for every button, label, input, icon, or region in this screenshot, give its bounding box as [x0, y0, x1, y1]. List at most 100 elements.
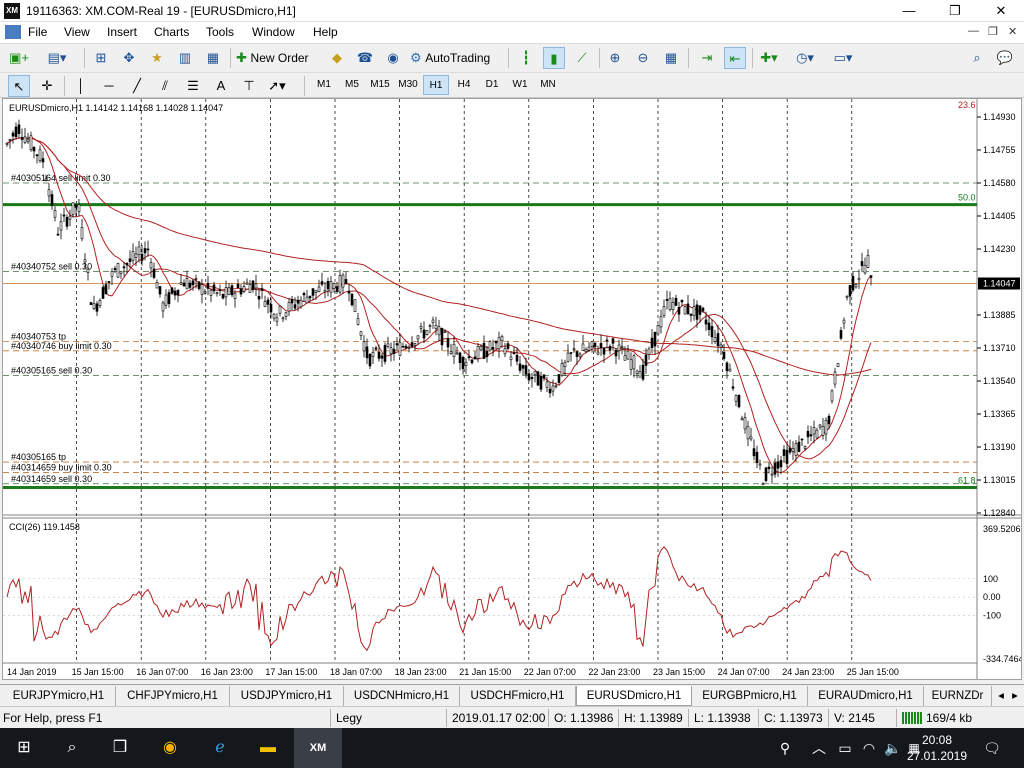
strategy-tester-icon[interactable]: ▦ [202, 47, 224, 69]
battery-icon[interactable]: ▭ [834, 728, 856, 768]
bar-chart-icon[interactable]: ┇ [515, 47, 537, 69]
tab-scroll-right-icon[interactable]: ▸ [1008, 686, 1022, 706]
equidistant-channel-icon[interactable]: ⫽ [154, 75, 176, 97]
candle-body [716, 333, 720, 346]
candle-body [176, 289, 180, 296]
candle-body [212, 284, 216, 292]
fibonacci-icon[interactable]: ☰ [182, 75, 204, 97]
chart-shift-icon[interactable]: ⇤ [724, 47, 746, 69]
search-icon[interactable]: ⌕ [966, 47, 988, 69]
chat-icon[interactable]: 💬 [994, 47, 1016, 69]
tile-windows-icon[interactable]: ▦ [660, 47, 682, 69]
tab-eurgbpmicro[interactable]: EURGBPmicro,H1 [692, 686, 808, 706]
timeframe-m5[interactable]: M5 [339, 75, 365, 95]
arrows-icon[interactable]: ➚▾ [266, 75, 288, 97]
tab-eurjpymicro[interactable]: EURJPYmicro,H1 [2, 686, 116, 706]
autotrading-button[interactable]: ⚙ AutoTrading [410, 47, 502, 69]
timeframe-d1[interactable]: D1 [479, 75, 505, 95]
autotrading-icon: ⚙ [410, 50, 422, 65]
timeframe-m30[interactable]: M30 [395, 75, 421, 95]
menu-file[interactable]: File [28, 25, 47, 39]
zoom-in-icon[interactable]: ⊕ [604, 47, 626, 69]
candle-body [380, 355, 384, 359]
chrome-icon[interactable]: ◉ [146, 728, 194, 768]
timeframe-mn[interactable]: MN [535, 75, 561, 95]
candle-body [524, 365, 528, 375]
horizontal-line-icon[interactable]: ─ [98, 75, 120, 97]
tray-chevron-icon[interactable]: ︿ [808, 728, 830, 768]
timeframe-h4[interactable]: H4 [451, 75, 477, 95]
market-watch-icon[interactable]: ⊞ [90, 47, 112, 69]
crosshair-icon[interactable]: ✛ [36, 75, 58, 97]
timeframe-m15[interactable]: M15 [367, 75, 393, 95]
maximize-icon[interactable]: ❐ [932, 0, 978, 22]
volume-icon[interactable]: 🔈 [882, 728, 904, 768]
tab-euraudmicro[interactable]: EURAUDmicro,H1 [808, 686, 924, 706]
timeframe-w1[interactable]: W1 [507, 75, 533, 95]
tab-usdjpymicro[interactable]: USDJPYmicro,H1 [230, 686, 344, 706]
candle-body [803, 446, 807, 449]
candle-body [824, 419, 828, 435]
edge-icon[interactable]: ℯ [196, 728, 244, 768]
auto-scroll-icon[interactable]: ⇥ [696, 47, 718, 69]
indicators-icon[interactable]: ✚▾ [758, 47, 780, 69]
xm-terminal-taskbar-icon[interactable]: XM [294, 728, 342, 768]
menu-help[interactable]: Help [313, 25, 338, 39]
data-window-icon[interactable]: ✥ [118, 47, 140, 69]
tab-scroll-left-icon[interactable]: ◂ [994, 686, 1008, 706]
document-icon[interactable] [5, 25, 21, 39]
signals-icon[interactable]: ☎ [354, 47, 376, 69]
tab-chfjpymicro[interactable]: CHFJPYmicro,H1 [116, 686, 230, 706]
price-chart[interactable]: #40305164 sell limit 0.30 #40340752 sell … [3, 99, 1024, 679]
text-label-icon[interactable]: ⊤ [238, 75, 260, 97]
vertical-line-icon[interactable]: │ [70, 75, 92, 97]
task-view-icon[interactable]: ❒ [96, 728, 144, 768]
timeframe-m1[interactable]: M1 [311, 75, 337, 95]
line-chart-icon[interactable]: ⟋ [571, 47, 593, 69]
candle-body [767, 466, 771, 470]
templates-icon[interactable]: ▭▾ [832, 47, 854, 69]
candle-body [38, 149, 42, 162]
metaeditor-icon[interactable]: ◆ [326, 47, 348, 69]
new-chart-icon[interactable]: ▣+ [8, 47, 30, 69]
menu-window[interactable]: Window [252, 25, 295, 39]
periods-icon[interactable]: ◷▾ [794, 47, 816, 69]
mdi-close-icon[interactable]: ✕ [1008, 25, 1017, 38]
close-icon[interactable]: ✕ [978, 0, 1024, 22]
tab-usdchfmicro[interactable]: USDCHFmicro,H1 [460, 686, 576, 706]
mdi-restore-icon[interactable]: ❐ [988, 25, 998, 38]
market-icon[interactable]: ◉ [382, 47, 404, 69]
navigator-icon[interactable]: ★ [146, 47, 168, 69]
people-icon[interactable]: ⚲ [772, 728, 798, 768]
chart-window[interactable]: #40305164 sell limit 0.30 #40340752 sell … [2, 98, 1024, 680]
text-icon[interactable]: A [210, 75, 232, 97]
candlestick-icon[interactable]: ▮ [543, 47, 565, 69]
candle-body [98, 300, 102, 306]
mdi-minimize-icon[interactable]: — [968, 25, 979, 37]
timeframe-h1[interactable]: H1 [423, 75, 449, 95]
menu-tools[interactable]: Tools [206, 25, 234, 39]
file-explorer-icon[interactable]: ▬ [244, 728, 292, 768]
minimize-icon[interactable]: — [886, 0, 932, 22]
windows-start-icon[interactable]: ⊞ [0, 728, 48, 768]
new-order-button[interactable]: ✚ New Order [236, 47, 320, 69]
candle-body [533, 370, 537, 375]
cursor-icon[interactable]: ↖ [8, 75, 30, 97]
profiles-icon[interactable]: ▤▾ [46, 47, 68, 69]
search-taskbar-icon[interactable]: ⌕ [48, 728, 96, 768]
menu-charts[interactable]: Charts [154, 25, 189, 39]
trendline-icon[interactable]: ╱ [126, 75, 148, 97]
terminal-icon[interactable]: ▥ [174, 47, 196, 69]
menu-view[interactable]: View [64, 25, 90, 39]
tab-eurusdmicro[interactable]: EURUSDmicro,H1 [576, 686, 692, 706]
candle-body [287, 302, 291, 312]
taskbar-date[interactable]: 27.01.2019 [902, 748, 972, 764]
wifi-icon[interactable]: ◠ [858, 728, 880, 768]
candle-body [281, 317, 285, 320]
taskbar-time[interactable]: 20:08 [902, 732, 972, 748]
tab-eurnzdmicro[interactable]: EURNZDr [924, 686, 992, 706]
menu-insert[interactable]: Insert [107, 25, 137, 39]
zoom-out-icon[interactable]: ⊖ [632, 47, 654, 69]
notifications-icon[interactable]: 🗨 [980, 728, 1004, 768]
tab-usdcnhmicro[interactable]: USDCNHmicro,H1 [344, 686, 460, 706]
